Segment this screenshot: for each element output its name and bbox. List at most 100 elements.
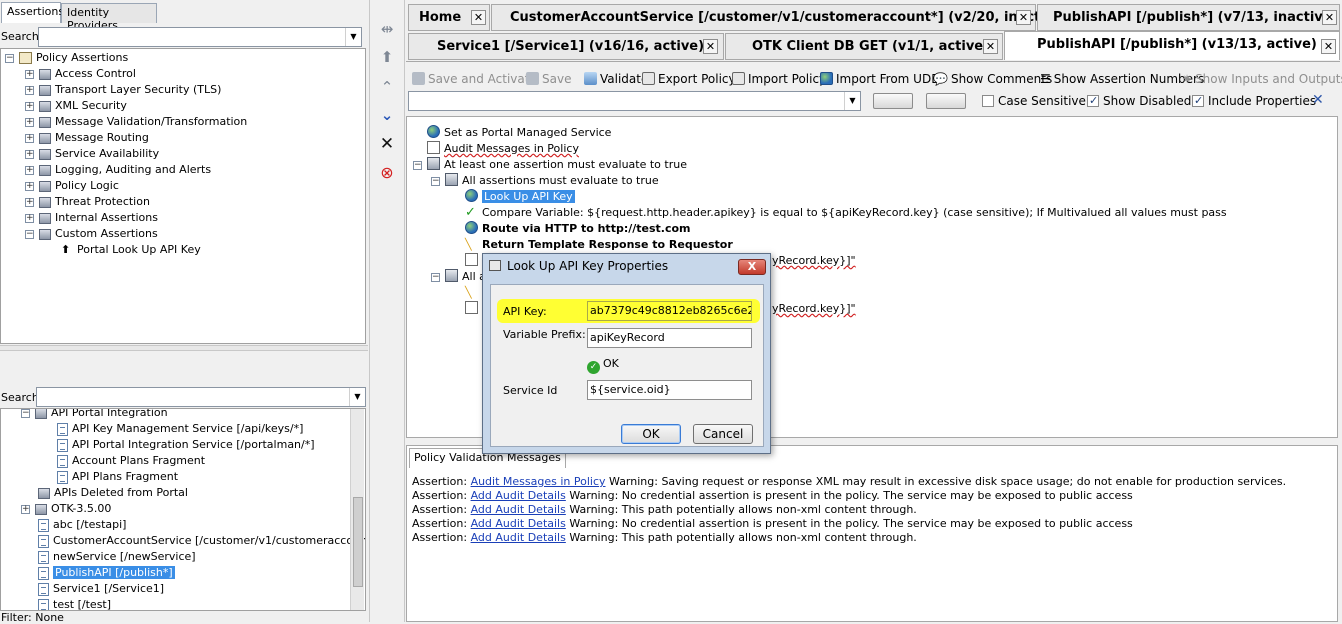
tab-assertions[interactable]: Assertions <box>1 2 64 23</box>
variable-prefix-input[interactable]: apiKeyRecord <box>587 328 752 348</box>
assertion-row[interactable]: Audit Messages in Policy <box>427 141 579 157</box>
collapse-icon[interactable]: − <box>431 176 440 186</box>
assertion-row-selected[interactable]: Look Up API Key <box>465 189 575 205</box>
tab-publishapi-v7[interactable]: PublishAPI [/publish*] (v7/13, inactive)… <box>1037 4 1340 31</box>
move-up-icon[interactable]: ⬆ <box>375 47 399 67</box>
collapse-icon[interactable]: − <box>413 160 422 170</box>
category-policy-logic[interactable]: + Policy Logic <box>25 178 119 194</box>
expand-icon[interactable]: + <box>25 69 34 79</box>
chevron-down-icon[interactable]: ▼ <box>345 28 361 46</box>
chevron-down-icon[interactable]: ▼ <box>844 92 860 110</box>
close-icon[interactable]: ✕ <box>1016 10 1031 25</box>
services-scrollbar[interactable] <box>350 409 364 610</box>
chevron-down-icon[interactable]: ⌄ <box>375 105 399 125</box>
category-tls[interactable]: + Transport Layer Security (TLS) <box>25 82 221 98</box>
collapse-icon[interactable]: − <box>21 409 30 418</box>
find-next-button[interactable] <box>873 93 913 109</box>
category-access-control[interactable]: + Access Control <box>25 66 136 82</box>
expand-icon[interactable]: + <box>25 181 34 191</box>
fragment-item[interactable]: API Plans Fragment <box>57 469 178 485</box>
chevron-down-icon[interactable]: ▼ <box>349 388 365 406</box>
scroll-thumb[interactable] <box>353 497 363 587</box>
assertion-row[interactable] <box>465 301 482 317</box>
ok-button[interactable]: OK <box>621 424 681 444</box>
folder-api-portal-integration[interactable]: − API Portal Integration <box>21 409 168 421</box>
save-button[interactable]: Save <box>526 70 571 88</box>
tab-customer-account[interactable]: CustomerAccountService [/customer/v1/cus… <box>491 4 1068 31</box>
import-uddi-button[interactable]: Import From UDDI <box>820 70 944 88</box>
show-disabled-checkbox[interactable]: Show Disabled <box>1087 93 1191 109</box>
category-service-availability[interactable]: + Service Availability <box>25 146 159 162</box>
import-policy-button[interactable]: Import Policy <box>732 70 826 88</box>
tab-home[interactable]: Home ✕ <box>408 4 490 31</box>
service-search-input[interactable]: ▼ <box>36 387 366 407</box>
tab-otk-client[interactable]: OTK Client DB GET (v1/1, active) ✕ <box>725 33 1003 60</box>
assertion-row[interactable]: − All assertions must evaluate to true <box>431 173 659 189</box>
assertion-link[interactable]: Add Audit Details <box>471 517 566 530</box>
assertion-row[interactable]: − At least one assertion must evaluate to… <box>413 157 687 173</box>
collapse-icon[interactable]: − <box>431 272 440 282</box>
expand-icon[interactable]: + <box>25 101 34 111</box>
assertion-row[interactable] <box>465 253 482 269</box>
folder-deleted[interactable]: APIs Deleted from Portal <box>38 485 188 501</box>
panel-splitter[interactable] <box>0 345 368 351</box>
collapse-icon[interactable]: − <box>5 53 14 63</box>
assertion-row[interactable]: ╲ Return Template Response to Requestor <box>465 237 733 253</box>
save-activate-button[interactable]: Save and Activate <box>412 70 537 88</box>
disable-icon[interactable]: ⊗ <box>375 163 399 183</box>
validate-button[interactable]: Validate <box>584 70 648 88</box>
export-policy-button[interactable]: Export Policy <box>642 70 736 88</box>
close-icon[interactable]: ✕ <box>983 39 998 54</box>
assertion-row[interactable]: Route via HTTP to http://test.com <box>465 221 691 237</box>
tab-publishapi-active[interactable]: PublishAPI [/publish*] (v13/13, active) … <box>1004 31 1340 60</box>
show-comments-button[interactable]: 💬 Show Comments <box>933 70 1052 88</box>
case-sensitive-checkbox[interactable]: Case Sensitive <box>982 93 1086 109</box>
include-properties-checkbox[interactable]: Include Properties <box>1192 93 1316 109</box>
api-key-input[interactable]: ab7379c49c8812eb8265c6e2156 <box>587 301 752 321</box>
tree-root[interactable]: − Policy Assertions <box>5 50 128 66</box>
category-logging[interactable]: + Logging, Auditing and Alerts <box>25 162 211 178</box>
close-icon[interactable]: ✕ <box>1321 39 1336 54</box>
show-numbers-button[interactable]: ☰ Show Assertion Numbers <box>1040 70 1204 88</box>
close-search-icon[interactable]: ✕ <box>1312 92 1324 108</box>
show-io-button[interactable]: ✷ Show Inputs and Outputs <box>1182 70 1342 88</box>
expand-icon[interactable]: + <box>25 149 34 159</box>
expand-icon[interactable]: + <box>25 213 34 223</box>
tab-service1[interactable]: Service1 [/Service1] (v16/16, active) ✕ <box>408 33 724 60</box>
fragment-item[interactable]: Account Plans Fragment <box>57 453 205 469</box>
assertion-row[interactable]: ✓ Compare Variable: ${request.http.header… <box>465 205 1227 221</box>
category-internal[interactable]: + Internal Assertions <box>25 210 158 226</box>
assertion-row[interactable]: ╲ <box>465 285 482 301</box>
close-icon[interactable]: ✕ <box>703 39 718 54</box>
service-item[interactable]: abc [/testapi] <box>38 517 126 533</box>
assertion-link[interactable]: Audit Messages in Policy <box>471 475 606 488</box>
expand-icon[interactable]: + <box>25 117 34 127</box>
expand-all-icon[interactable]: ⇹ <box>375 19 399 39</box>
assertion-portal-lookup[interactable]: ⬆ Portal Look Up API Key <box>61 242 201 258</box>
expand-icon[interactable]: + <box>25 85 34 95</box>
delete-icon[interactable]: ✕ <box>375 134 399 154</box>
assertion-row[interactable]: Set as Portal Managed Service <box>427 125 611 141</box>
policy-search-input[interactable]: ▼ <box>408 91 861 111</box>
dialog-close-button[interactable]: X <box>738 259 766 275</box>
expand-icon[interactable]: + <box>21 504 30 514</box>
assertion-link[interactable]: Add Audit Details <box>471 489 566 502</box>
expand-icon[interactable]: + <box>25 165 34 175</box>
service-id-input[interactable]: ${service.oid} <box>587 380 752 400</box>
assertion-link[interactable]: Add Audit Details <box>471 531 566 544</box>
category-xml-security[interactable]: + XML Security <box>25 98 127 114</box>
service-item[interactable]: test [/test] <box>38 597 111 610</box>
chevron-up-icon[interactable]: ⌃ <box>375 77 399 97</box>
close-icon[interactable]: ✕ <box>1322 10 1337 25</box>
dialog-titlebar[interactable]: Look Up API Key Properties <box>483 254 770 279</box>
category-custom[interactable]: − Custom Assertions <box>25 226 158 242</box>
assertion-link[interactable]: Add Audit Details <box>471 503 566 516</box>
expand-icon[interactable]: + <box>25 197 34 207</box>
cancel-button[interactable]: Cancel <box>693 424 753 444</box>
service-item[interactable]: CustomerAccountService [/customer/v1/cus… <box>38 533 365 549</box>
expand-icon[interactable]: + <box>25 133 34 143</box>
service-item[interactable]: API Portal Integration Service [/portalm… <box>57 437 315 453</box>
category-threat-protection[interactable]: + Threat Protection <box>25 194 150 210</box>
collapse-icon[interactable]: − <box>25 229 34 239</box>
service-item-selected[interactable]: PublishAPI [/publish*] <box>38 565 175 581</box>
